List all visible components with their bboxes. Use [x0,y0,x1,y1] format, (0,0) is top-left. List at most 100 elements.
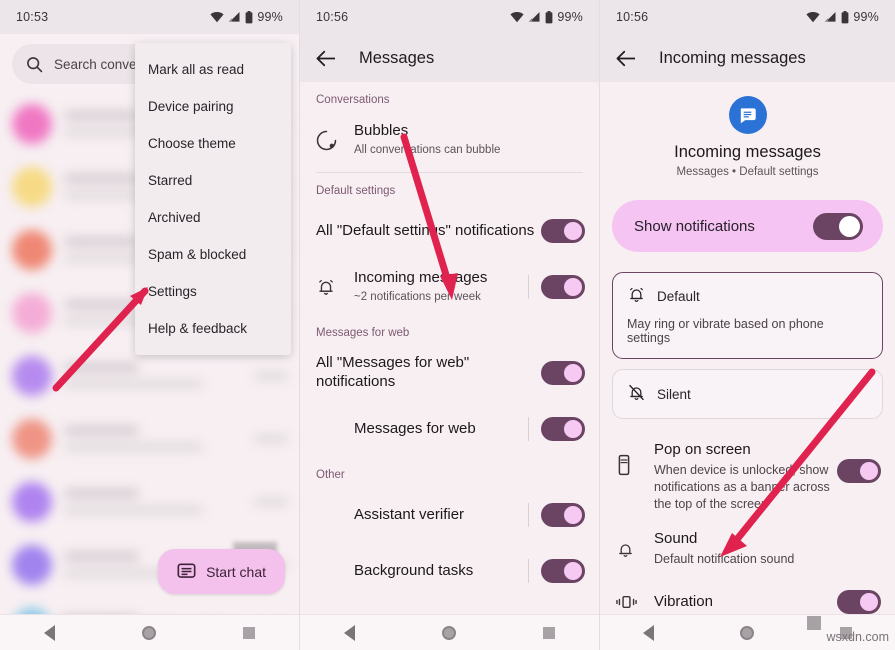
page-title: Incoming messages [659,48,806,67]
avatar [12,166,52,207]
start-chat-label: Start chat [206,563,266,580]
nav-back-icon[interactable] [343,624,355,641]
avatar [12,292,52,333]
list-item-text [64,363,242,388]
nav-home-icon[interactable] [141,625,156,640]
row-subtitle: ~2 notifications per week [354,290,481,303]
battery-percent: 99% [557,10,583,24]
row-text: Sound Default notification sound [654,530,881,568]
row-messages-for-web[interactable]: Messages for web [300,401,599,457]
wifi-icon [510,12,524,23]
option-header: Silent [627,383,868,405]
bell-off-icon [627,383,646,405]
messages-app-icon [728,96,767,134]
section-header-default-settings: Default settings [316,185,396,197]
menu-item-choose-theme[interactable]: Choose theme [135,125,291,162]
nav-home-icon[interactable] [441,625,456,640]
status-bar-right: 10:56 99% [600,0,895,34]
toggle-messages-for-web[interactable] [541,417,585,441]
show-notifications-label: Show notifications [634,217,755,235]
list-item[interactable] [0,470,299,533]
menu-item-starred[interactable]: Starred [135,162,291,199]
watermark: wsxdn.com [826,630,889,644]
toggle-all-default-settings[interactable] [541,219,585,243]
screen-incoming-messages-channel: 10:56 99% Incoming messages Incoming mes… [600,0,895,650]
start-chat-button[interactable]: Start chat [158,549,285,594]
menu-item-settings[interactable]: Settings [135,273,291,310]
vertical-separator [528,503,529,527]
vertical-separator [528,275,529,299]
back-arrow-icon[interactable] [316,50,337,67]
cellular-signal-icon [228,12,240,22]
menu-item-archived[interactable]: Archived [135,199,291,236]
row-title: Messages for web [354,419,476,437]
app-bar-mid: Messages [300,34,599,82]
battery-icon [545,10,553,23]
row-pop-on-screen[interactable]: Pop on screen When device is unlocked, s… [600,431,895,520]
row-all-default-settings-notifications[interactable]: All "Default settings" notifications [300,203,599,259]
status-icons: 99% [210,10,283,24]
toggle-vibration[interactable] [837,590,881,615]
row-text: Messages for web [354,420,524,439]
android-nav-bar-left [0,614,299,650]
cellular-signal-icon [528,12,540,22]
status-time: 10:56 [616,10,649,24]
option-label: Silent [657,386,691,402]
row-title: Background tasks [354,561,474,579]
nav-recents-icon[interactable] [543,626,556,639]
row-title: All "Default settings" notifications [316,221,535,239]
section-header-other: Other [316,469,345,481]
search-placeholder: Search convers [54,56,148,72]
wifi-icon [806,12,820,23]
avatar [12,481,52,522]
message-icon [177,563,196,578]
toggle-show-notifications[interactable] [813,212,863,240]
nav-recents-icon[interactable] [243,626,256,639]
hero-subtitle: Messages • Default settings [676,166,819,178]
toggle-background-tasks[interactable] [541,559,585,583]
menu-item-spam-and-blocked[interactable]: Spam & blocked [135,236,291,273]
overflow-menu[interactable]: Mark all as read Device pairing Choose t… [135,43,291,355]
row-incoming-messages[interactable]: Incoming messages ~2 notifications per w… [300,259,599,315]
option-silent[interactable]: Silent [612,369,883,419]
row-text: Assistant verifier [354,506,524,525]
option-label: Default [657,288,700,304]
menu-item-mark-all-as-read[interactable]: Mark all as read [135,51,291,88]
channel-hero: Incoming messages Messages • Default set… [600,82,895,182]
row-sound[interactable]: Sound Default notification sound [600,520,895,576]
status-time: 10:53 [16,10,49,24]
back-arrow-icon[interactable] [616,50,637,67]
option-description: May ring or vibrate based on phone setti… [627,317,824,345]
toggle-assistant-verifier[interactable] [541,503,585,527]
status-icons: 99% [510,10,583,24]
row-bubbles[interactable]: Bubbles All conversations can bubble [300,112,599,168]
three-phone-screenshots: 10:53 99% Search convers 1233 is you [0,0,895,650]
list-item-text [64,489,242,514]
toggle-incoming-messages[interactable] [541,275,585,299]
row-background-tasks[interactable]: Background tasks [300,543,599,599]
android-nav-bar-mid [300,614,599,650]
row-all-messages-for-web-notifications[interactable]: All "Messages for web" notifications [300,345,599,401]
show-notifications-row[interactable]: Show notifications [612,200,883,252]
toggle-all-messages-for-web[interactable] [541,361,585,385]
row-title: Bubbles [354,122,409,140]
menu-item-device-pairing[interactable]: Device pairing [135,88,291,125]
row-text: Pop on screen When device is unlocked, s… [654,441,837,513]
nav-back-icon[interactable] [643,624,654,641]
bell-ring-icon [316,277,354,297]
screen-messages-notification-settings: 10:56 99% Messages Conversations Bubbles… [300,0,600,650]
avatar [12,544,52,585]
toggle-pop-on-screen[interactable] [837,459,881,483]
row-assistant-verifier[interactable]: Assistant verifier [300,487,599,543]
nav-home-icon[interactable] [740,625,754,640]
row-subtitle: All conversations can bubble [354,143,501,156]
battery-percent: 99% [853,10,879,24]
option-default[interactable]: Default May ring or vibrate based on pho… [612,272,883,359]
page-title: Messages [359,48,435,67]
nav-back-icon[interactable] [43,624,55,641]
vibrate-icon [616,593,654,611]
list-item[interactable] [0,407,299,470]
menu-item-help-and-feedback[interactable]: Help & feedback [135,310,291,347]
bubble-icon [316,130,354,151]
cellular-signal-icon [824,12,836,22]
